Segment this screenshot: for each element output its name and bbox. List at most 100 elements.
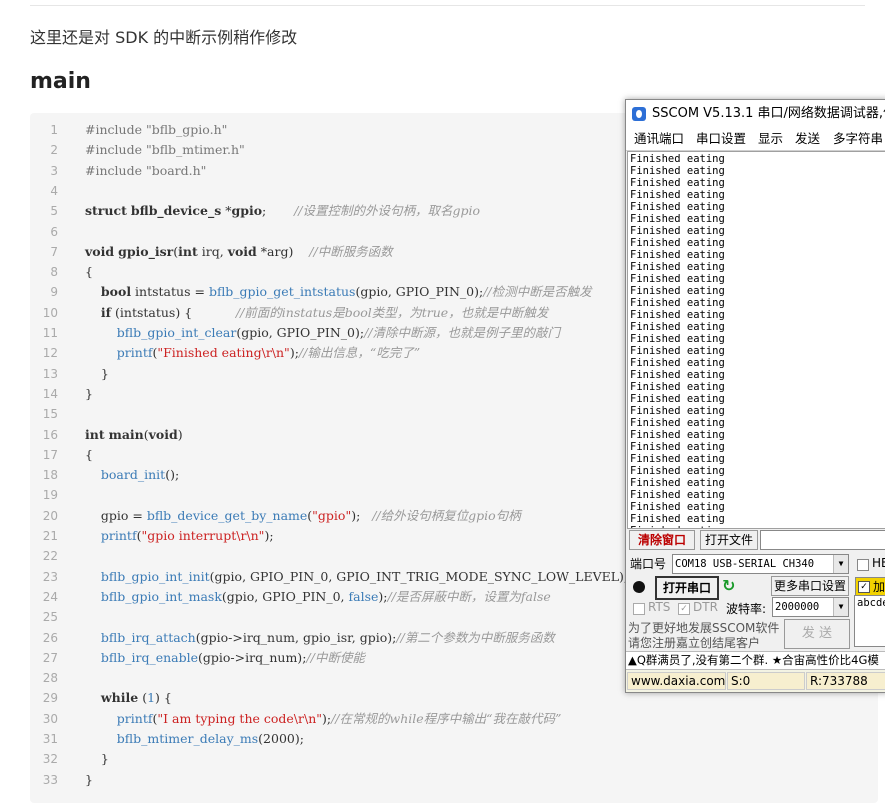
receive-line: Finished eating bbox=[630, 261, 725, 273]
article-intro: 这里还是对 SDK 的中断示例稍作修改 bbox=[30, 28, 298, 47]
baud-label: 波特率: bbox=[726, 602, 767, 616]
line-number: 23 bbox=[42, 569, 58, 584]
receive-line: Finished eating bbox=[630, 405, 725, 417]
code-text: void gpio_isr(int irq, void *arg) //中断服务… bbox=[85, 243, 393, 259]
chevron-down-icon: ▼ bbox=[833, 598, 848, 616]
line-number: 7 bbox=[50, 244, 58, 259]
add-label: 加 bbox=[873, 580, 885, 594]
code-line: 32 } bbox=[30, 749, 878, 769]
receive-line: Finished eating bbox=[630, 309, 725, 321]
receive-line: Finished eating bbox=[630, 345, 725, 357]
code-line: 31 bflb_mtimer_delay_ms(2000); bbox=[30, 729, 878, 749]
code-text: int main(void) bbox=[85, 426, 183, 442]
receive-line: Finished eating bbox=[630, 369, 725, 381]
receive-line: Finished eating bbox=[630, 285, 725, 297]
line-number: 13 bbox=[42, 366, 58, 381]
receive-line: Finished eating bbox=[630, 525, 725, 528]
line-number: 14 bbox=[42, 386, 58, 401]
port-label: 端口号 bbox=[630, 557, 667, 571]
receive-line: Finished eating bbox=[630, 189, 725, 201]
line-number: 16 bbox=[42, 427, 58, 442]
refresh-icon[interactable]: ↻ bbox=[722, 578, 738, 594]
sscom-window: SSCOM V5.13.1 串口/网络数据调试器,作者 通讯端口 串口设置 显示… bbox=[625, 99, 885, 693]
receive-line: Finished eating bbox=[630, 333, 725, 345]
code-text: bflb_gpio_int_mask(gpio, GPIO_PIN_0, fal… bbox=[100, 588, 551, 604]
line-number: 18 bbox=[42, 468, 58, 483]
menu-serial-settings[interactable]: 串口设置 bbox=[696, 128, 746, 150]
receive-area[interactable]: Finished eating Finished eating Finished e… bbox=[627, 151, 885, 529]
code-text: #include "bflb_mtimer.h" bbox=[85, 142, 245, 158]
receive-line: Finished eating bbox=[630, 165, 725, 177]
code-text: #include "board.h" bbox=[85, 162, 207, 178]
status-website-link[interactable]: www.daxia.com bbox=[627, 672, 726, 690]
code-line: 30 printf("I am typing the code\r\n");//… bbox=[30, 709, 878, 729]
section-heading: main bbox=[30, 69, 91, 94]
receive-line: Finished eating bbox=[630, 501, 725, 513]
menu-display[interactable]: 显示 bbox=[758, 128, 783, 150]
menu-comm-port[interactable]: 通讯端口 bbox=[634, 128, 684, 150]
add-checkbox[interactable]: ✓ 加 bbox=[855, 577, 885, 597]
code-text: bflb_mtimer_delay_ms(2000); bbox=[116, 731, 304, 746]
line-number: 27 bbox=[42, 650, 58, 665]
line-number: 2 bbox=[50, 143, 58, 158]
window-titlebar[interactable]: SSCOM V5.13.1 串口/网络数据调试器,作者 bbox=[626, 100, 885, 128]
status-received-count: R:733788 bbox=[806, 672, 885, 690]
code-text: if (intstatus) { //前面的instatus是bool类型，为t… bbox=[100, 304, 549, 320]
rts-checkbox[interactable] bbox=[633, 603, 645, 615]
open-file-button[interactable]: 打开文件 bbox=[700, 530, 758, 550]
menu-send[interactable]: 发送 bbox=[795, 128, 820, 150]
code-line: 33} bbox=[30, 770, 878, 790]
code-text: { bbox=[85, 446, 93, 462]
app-icon bbox=[632, 107, 646, 121]
receive-line: Finished eating bbox=[630, 225, 725, 237]
line-number: 21 bbox=[42, 529, 58, 543]
receive-line: Finished eating bbox=[630, 477, 725, 489]
code-text: bool intstatus = bflb_gpio_get_intstatus… bbox=[100, 284, 592, 300]
add-checkbox-mark: ✓ bbox=[858, 581, 870, 593]
code-text: } bbox=[85, 771, 93, 787]
code-text: { bbox=[85, 264, 93, 280]
line-number: 24 bbox=[42, 589, 58, 604]
port-select[interactable]: COM18 USB-SERIAL CH340 ▼ bbox=[672, 554, 849, 574]
code-text: gpio = bflb_device_get_by_name("gpio"); … bbox=[85, 507, 521, 523]
open-port-button[interactable]: 打开串口 bbox=[655, 576, 719, 600]
menu-bar: 通讯端口 串口设置 显示 发送 多字符串 bbox=[626, 128, 885, 151]
receive-line: Finished eating bbox=[630, 237, 725, 249]
code-text: bflb_irq_enable(gpio->irq_num);//中断使能 bbox=[100, 649, 365, 665]
status-bar: www.daxia.com S:0 R:733788 bbox=[626, 669, 885, 692]
line-number: 1 bbox=[50, 123, 58, 137]
promo-line-2: 请您注册嘉立创结尾客户 bbox=[628, 636, 761, 650]
file-path-input[interactable] bbox=[760, 530, 885, 550]
port-value: COM18 USB-SERIAL CH340 bbox=[675, 558, 815, 570]
send-text-input[interactable]: abcde bbox=[854, 595, 885, 647]
line-number: 17 bbox=[42, 447, 58, 462]
receive-line: Finished eating bbox=[630, 453, 725, 465]
hex-checkbox[interactable] bbox=[857, 559, 869, 571]
receive-line: Finished eating bbox=[630, 441, 725, 453]
ticker-text: ▲Q群满员了,没有第二个群. ★合宙高性价比4G模 bbox=[628, 653, 879, 667]
receive-line: Finished eating bbox=[630, 393, 725, 405]
code-text: } bbox=[85, 385, 93, 401]
receive-line: Finished eating bbox=[630, 153, 725, 165]
receive-line: Finished eating bbox=[630, 381, 725, 393]
more-serial-settings-button[interactable]: 更多串口设置 bbox=[771, 576, 849, 596]
menu-multi-string[interactable]: 多字符串 bbox=[833, 128, 883, 150]
receive-line: Finished eating bbox=[630, 429, 725, 441]
code-text: printf("I am typing the code\r\n");//在常规… bbox=[116, 710, 562, 726]
code-text: #include "bflb_gpio.h" bbox=[85, 122, 228, 137]
send-button[interactable]: 发 送 bbox=[784, 619, 850, 649]
baud-select[interactable]: 2000000 ▼ bbox=[772, 597, 849, 617]
line-number: 11 bbox=[42, 326, 58, 340]
code-text: struct bflb_device_s *gpio; //设置控制的外设句柄，… bbox=[85, 203, 481, 219]
line-number: 4 bbox=[50, 183, 58, 198]
baud-value: 2000000 bbox=[775, 601, 820, 613]
line-number: 15 bbox=[42, 407, 58, 422]
line-number: 12 bbox=[42, 346, 58, 361]
dtr-checkbox[interactable]: ✓ bbox=[678, 603, 690, 615]
status-sent-count: S:0 bbox=[727, 672, 805, 690]
send-text-value: abcde bbox=[857, 597, 885, 609]
ticker-bar: ▲Q群满员了,没有第二个群. ★合宙高性价比4G模 bbox=[626, 651, 885, 669]
clear-window-button[interactable]: 清除窗口 bbox=[629, 530, 695, 550]
top-divider bbox=[30, 5, 865, 6]
line-number: 9 bbox=[50, 285, 58, 300]
